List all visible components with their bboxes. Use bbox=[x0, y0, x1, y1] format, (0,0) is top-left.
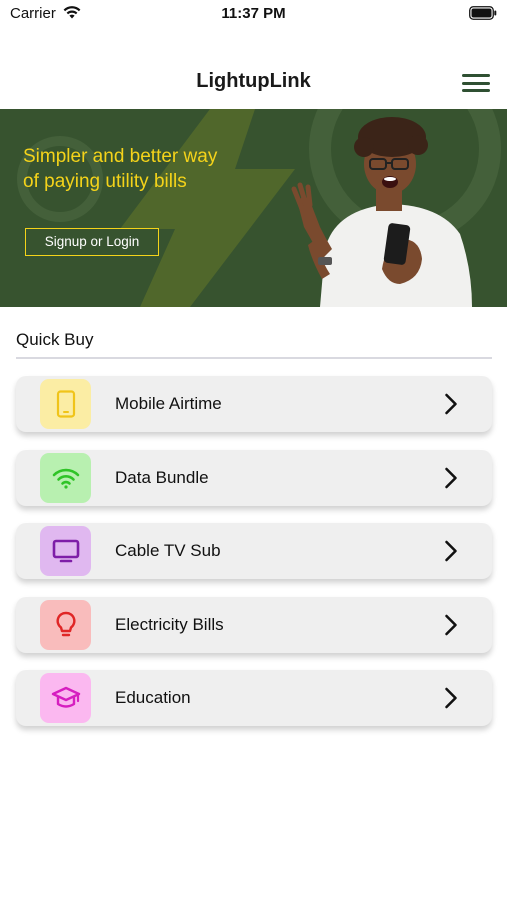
quick-buy-item-mobile-airtime[interactable]: Mobile Airtime bbox=[16, 376, 492, 432]
cable-tv-icon-tile bbox=[40, 526, 91, 576]
lightbulb-icon bbox=[55, 611, 76, 636]
battery-icon bbox=[469, 6, 497, 20]
chevron-right-icon bbox=[445, 467, 457, 488]
chevron-right-icon bbox=[445, 540, 457, 562]
wifi-icon bbox=[52, 468, 79, 489]
quick-buy-item-electricity-bills[interactable]: Electricity Bills bbox=[16, 596, 492, 653]
quick-buy-item-label: Electricity Bills bbox=[115, 614, 224, 634]
app-header: LightupLink bbox=[0, 60, 507, 106]
chevron-right-icon bbox=[445, 687, 457, 709]
education-icon-tile bbox=[40, 673, 91, 723]
quick-buy-item-data-bundle[interactable]: Data Bundle bbox=[16, 449, 492, 506]
quick-buy-item-label: Mobile Airtime bbox=[115, 394, 222, 413]
quick-buy-item-label: Cable TV Sub bbox=[115, 541, 221, 560]
quick-buy-title: Quick Buy bbox=[16, 330, 94, 349]
data-bundle-icon-tile bbox=[40, 452, 91, 503]
quick-buy-item-education[interactable]: Education bbox=[16, 670, 492, 726]
status-bar: Carrier 11:37 PM bbox=[0, 0, 507, 30]
signup-login-button[interactable]: Signup or Login bbox=[25, 228, 159, 256]
tv-icon bbox=[52, 539, 79, 563]
quick-buy-list: Mobile Airtime Data Bundle Cable TV Sub … bbox=[16, 376, 492, 744]
graduation-cap-icon bbox=[51, 686, 80, 708]
status-time: 11:37 PM bbox=[221, 5, 286, 22]
mobile-phone-icon bbox=[56, 390, 75, 418]
banner-headline: Simpler and better way of paying utility… bbox=[23, 146, 218, 192]
app-title: LightupLink bbox=[196, 70, 311, 92]
quick-buy-item-cable-tv-sub[interactable]: Cable TV Sub bbox=[16, 523, 492, 579]
quick-buy-item-label: Education bbox=[115, 688, 191, 707]
smiling-woman-with-phone-image bbox=[291, 117, 472, 307]
mobile-airtime-icon-tile bbox=[40, 379, 91, 429]
hero-banner: Simpler and better way of paying utility… bbox=[0, 109, 507, 307]
chevron-right-icon bbox=[445, 614, 457, 635]
electricity-icon-tile bbox=[40, 599, 91, 650]
section-divider bbox=[16, 357, 492, 359]
chevron-right-icon bbox=[445, 393, 457, 415]
hamburger-menu-icon[interactable] bbox=[460, 72, 492, 94]
quick-buy-item-label: Data Bundle bbox=[115, 467, 209, 487]
